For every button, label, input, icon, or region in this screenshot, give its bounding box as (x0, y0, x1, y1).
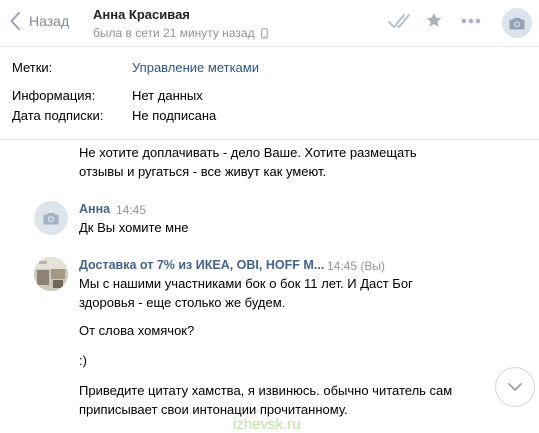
message-text: Дк Вы хомите мне (79, 220, 189, 235)
message-author[interactable]: Доставка от 7% из ИКЕА, OBI, HOFF M... (79, 258, 324, 272)
message-text: Приведите цитату хамства, я извинюсь. об… (79, 381, 452, 419)
sender-avatar[interactable] (34, 257, 68, 291)
sender-avatar[interactable] (34, 201, 68, 235)
info-key: Информация: (12, 88, 96, 103)
info-row: Информация: Нет данных (12, 88, 203, 103)
message-author[interactable]: Анна (79, 202, 110, 216)
text-line: Мы с нашими участниками бок о бок 11 лет… (79, 276, 413, 291)
subscription-key: Дата подписки: (12, 108, 104, 123)
message-time: 14:45 (Вы) (327, 259, 385, 273)
labels-row: Метки: Управление метками (12, 60, 259, 75)
contact-details: Метки: Управление метками Информация: Не… (0, 47, 539, 140)
manage-labels-link[interactable]: Управление метками (132, 60, 259, 75)
message-text: От слова хомячок? (79, 323, 195, 338)
contact-info[interactable]: Анна Красивая была в сети 21 минуту наза… (93, 7, 268, 40)
labels-key: Метки: (12, 60, 53, 75)
info-value: Нет данных (132, 88, 203, 103)
contact-status-text: была в сети 21 минуту назад (93, 26, 255, 40)
message-text: Мы с нашими участниками бок о бок 11 лет… (79, 274, 413, 312)
text-line: Не хотите доплачивать - дело Ваше. Хотит… (79, 145, 417, 160)
text-line: отзывы и ругаться - все живут как умеют. (79, 164, 327, 179)
subscription-row: Дата подписки: Не подписана (12, 108, 216, 123)
chevron-down-icon (508, 383, 522, 391)
back-label: Назад (29, 13, 70, 29)
watermark: izhevsk.ru (233, 416, 301, 433)
camera-icon (43, 212, 59, 224)
more-icon[interactable] (461, 18, 481, 24)
chat-header: Назад Анна Красивая была в сети 21 минут… (0, 0, 539, 47)
contact-avatar[interactable] (502, 8, 532, 38)
message-time: 14:45 (116, 203, 147, 217)
text-line: здоровья - еще столько же будем. (79, 295, 286, 310)
camera-icon (509, 17, 525, 29)
contact-status: была в сети 21 минуту назад (93, 26, 268, 40)
mobile-icon (260, 27, 268, 39)
chevron-left-icon (10, 12, 20, 30)
store-photo-icon (34, 257, 68, 291)
check-double-icon[interactable] (387, 11, 413, 31)
scroll-down-button[interactable] (495, 367, 535, 407)
back-button[interactable]: Назад (10, 12, 69, 30)
star-icon[interactable] (425, 11, 443, 29)
contact-name[interactable]: Анна Красивая (93, 7, 268, 22)
subscription-value: Не подписана (132, 108, 217, 123)
text-line: Приведите цитату хамства, я извинюсь. об… (79, 383, 453, 398)
message-history[interactable]: Не хотите доплачивать - дело Ваше. Хотит… (0, 140, 539, 433)
message-text: :) (79, 353, 87, 368)
message-text: Не хотите доплачивать - дело Ваше. Хотит… (79, 143, 417, 181)
